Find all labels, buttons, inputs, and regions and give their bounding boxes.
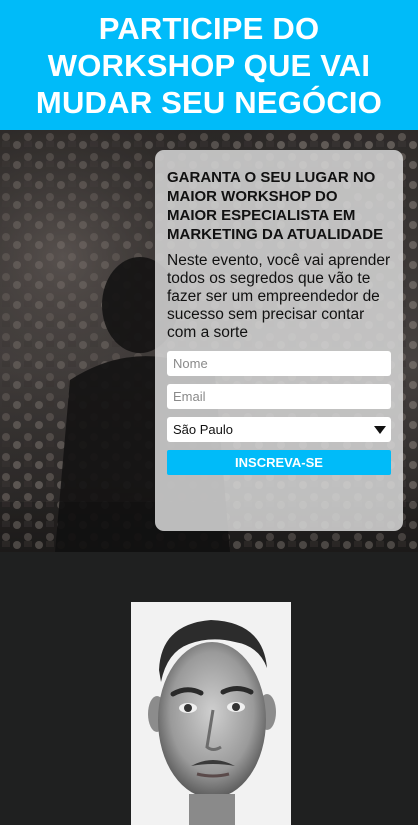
email-input[interactable] bbox=[167, 384, 391, 409]
city-select-value: São Paulo bbox=[173, 422, 233, 437]
hero-section: GARANTA O SEU LUGAR NO MAIOR WORKSHOP DO… bbox=[0, 130, 418, 552]
form-heading: GARANTA O SEU LUGAR NO MAIOR WORKSHOP DO… bbox=[167, 169, 384, 243]
submit-button[interactable]: INSCREVA-SE bbox=[167, 450, 391, 475]
caret-down-icon bbox=[374, 426, 386, 434]
page-title: PARTICIPE DO WORKSHOP QUE VAI MUDAR SEU … bbox=[35, 10, 383, 120]
signup-form-card: GARANTA O SEU LUGAR NO MAIOR WORKSHOP DO… bbox=[155, 150, 403, 531]
name-input[interactable] bbox=[167, 351, 391, 376]
speaker-section bbox=[0, 552, 418, 825]
form-description: Neste evento, você vai aprender todos os… bbox=[167, 252, 391, 341]
speaker-portrait-image bbox=[131, 602, 291, 825]
city-select[interactable]: São Paulo bbox=[167, 417, 391, 442]
top-banner: PARTICIPE DO WORKSHOP QUE VAI MUDAR SEU … bbox=[0, 0, 418, 130]
